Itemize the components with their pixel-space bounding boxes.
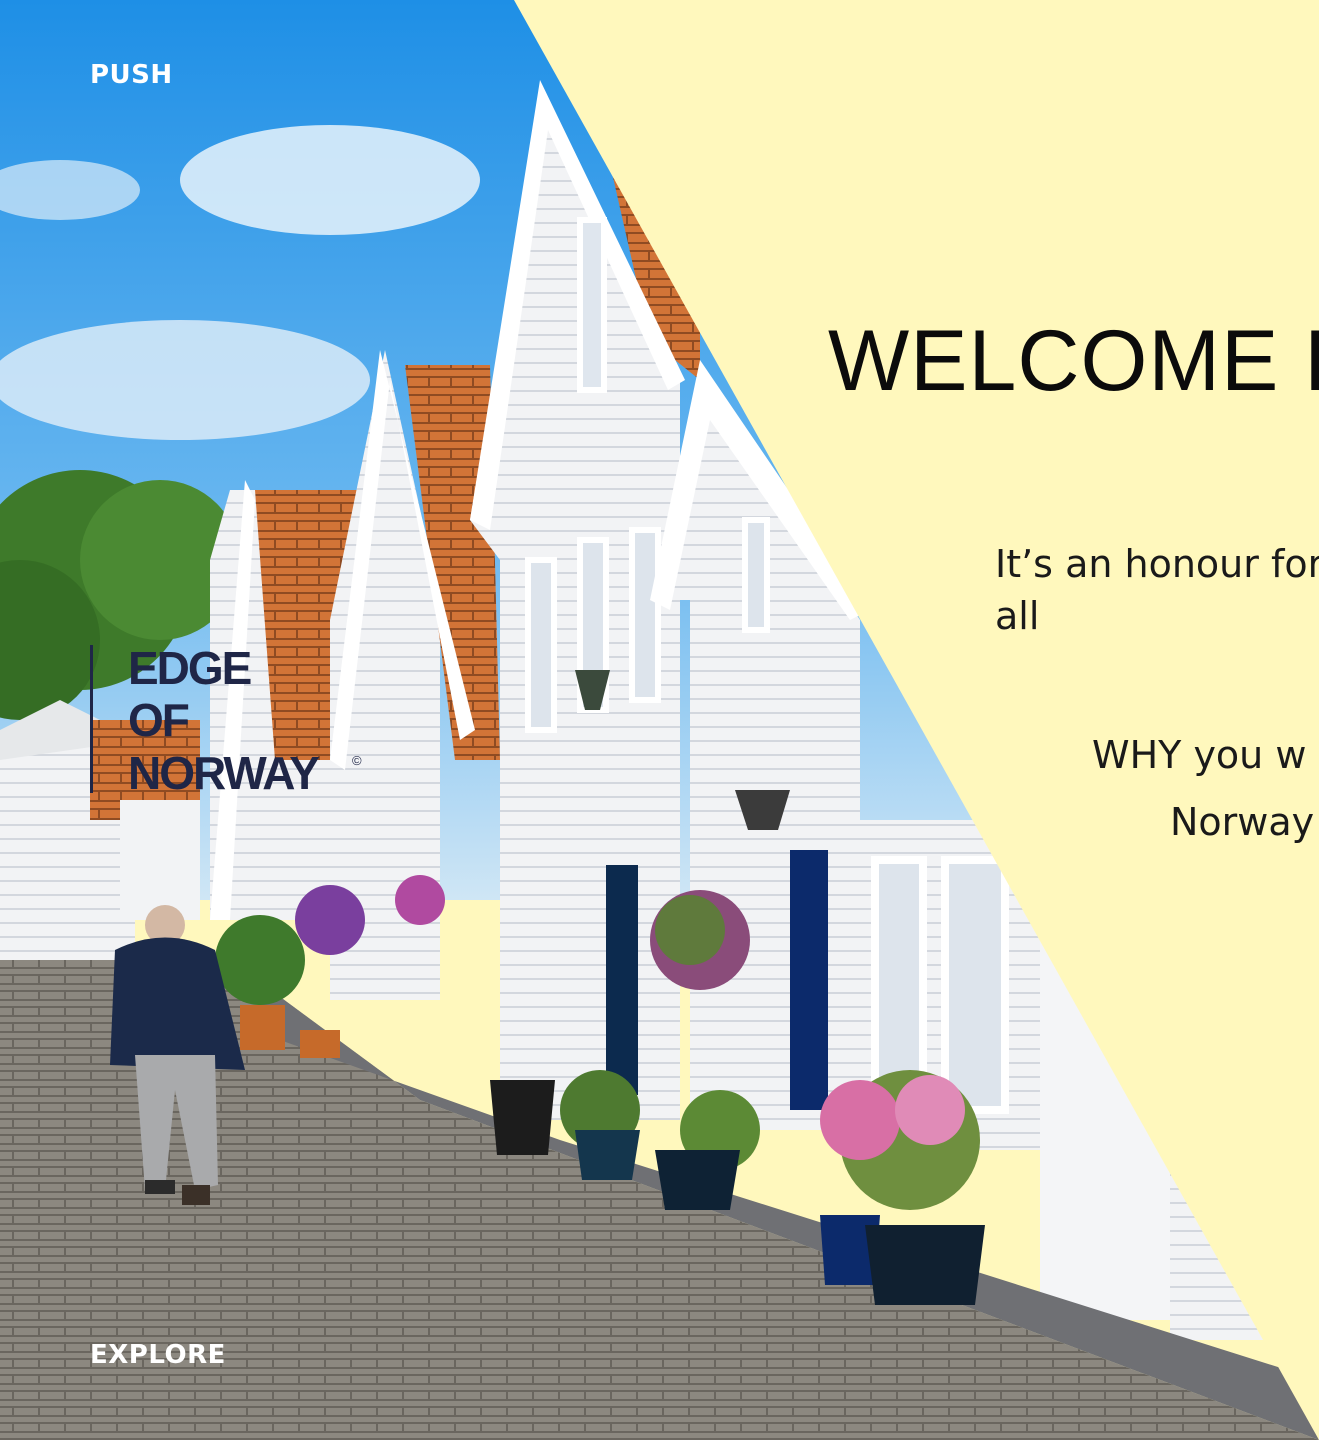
edge-of-norway-logo: EDGE OF NORWAY © (90, 645, 380, 800)
copyright-icon: © (352, 753, 362, 768)
presentation-slide: PUSH EXPLORE EDGE OF NORWAY © WELCOME E … (0, 0, 1319, 1440)
logo-line-edge: EDGE (128, 642, 252, 694)
logo-line-norway: NORWAY (128, 747, 320, 799)
slide-title: WELCOME E (828, 313, 1319, 409)
push-label: PUSH (90, 60, 173, 90)
logo-line-of: OF (128, 694, 190, 746)
why-text: WHY you w (1092, 733, 1307, 777)
norway-text: Norway (1170, 800, 1315, 844)
explore-label: EXPLORE (90, 1340, 226, 1370)
logo-bar (90, 645, 93, 793)
honour-text: It’s an honour for all (995, 542, 1319, 638)
